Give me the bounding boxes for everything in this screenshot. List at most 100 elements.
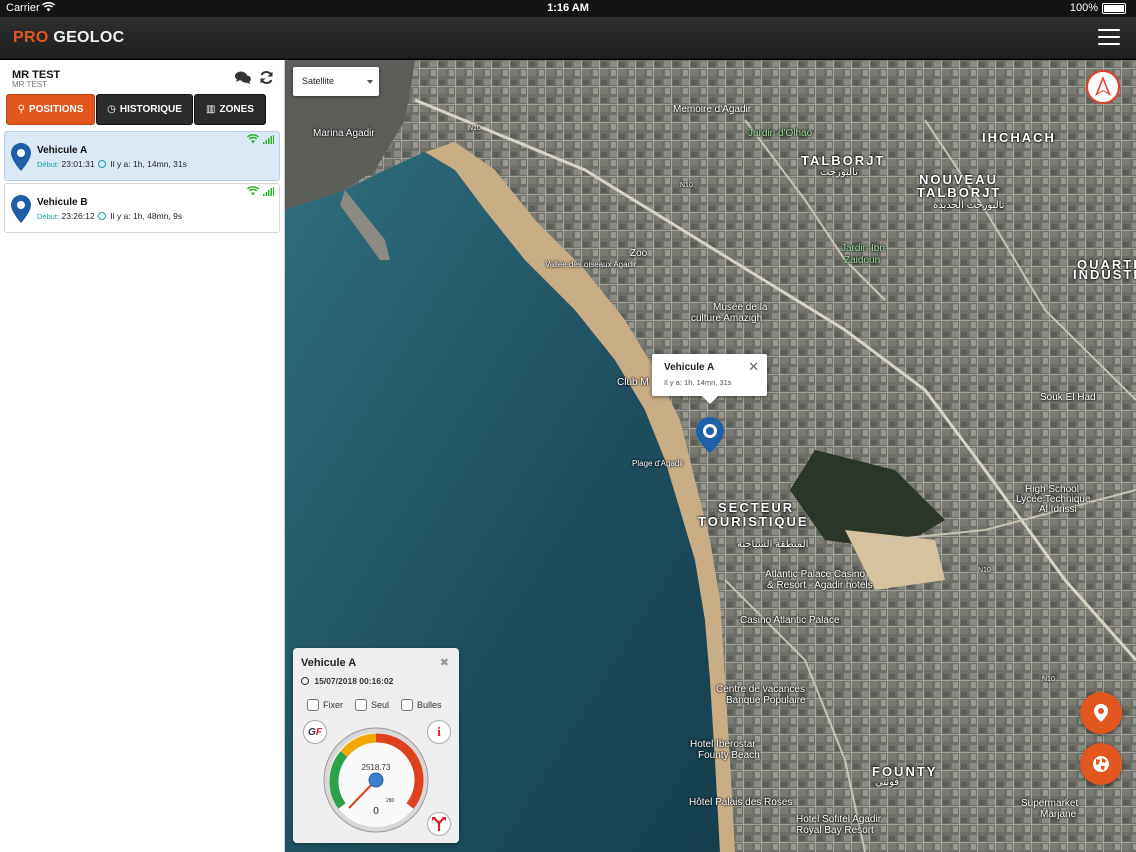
signal-bars-icon <box>263 187 274 196</box>
compass-icon[interactable] <box>1086 70 1120 104</box>
chat-icon[interactable] <box>235 71 251 85</box>
clock-time: 1:16 AM <box>547 2 589 14</box>
battery-icon <box>1102 3 1126 14</box>
map-label: TOURISTIQUE <box>698 514 809 529</box>
map-view[interactable]: Marina Agadir Memoire d'Agadir Jardin d'… <box>285 60 1136 852</box>
map-label: TALBORJT <box>917 185 1002 200</box>
panel-title: Vehicule A <box>301 657 357 669</box>
vehicle-popup: Vehicule A Il y a: 1h, 14mn, 31s ✕ <box>652 354 767 404</box>
map-label: Banque Populaire <box>726 695 806 706</box>
panel-close-button[interactable]: ✖ <box>440 656 449 669</box>
hamburger-menu-icon[interactable] <box>1098 29 1120 47</box>
location-pin-icon <box>11 143 31 171</box>
info-button[interactable]: i <box>427 720 451 744</box>
map-label: المنطقة السياحية <box>737 539 809 550</box>
checkbox-box[interactable] <box>401 699 413 711</box>
wifi-signal-icon <box>247 186 259 196</box>
clock-icon <box>97 212 106 220</box>
datetime-value: 15/07/2018 00:16:02 <box>314 676 394 686</box>
popup-title: Vehicule A <box>664 362 715 373</box>
map-label: تالبورجت الجديدة <box>933 200 1005 211</box>
gauge-value: 2518.73 <box>361 763 391 772</box>
map-label: Plage d'Agadir <box>632 459 684 468</box>
fixer-checkbox[interactable]: Fixer <box>307 699 343 711</box>
popup-elapsed: Il y a: 1h, 14mn, 31s <box>664 378 732 387</box>
map-label: Club M <box>617 377 649 388</box>
battery-percent: 100% <box>1069 2 1098 14</box>
vehicle-marker-icon[interactable] <box>696 417 724 453</box>
tab-zones[interactable]: ▥ ZONES <box>194 94 266 125</box>
checkbox-box[interactable] <box>307 699 319 711</box>
debut-label: Début: <box>37 160 60 169</box>
map-label: Casino Atlantic Palace <box>740 615 840 626</box>
directions-icon <box>432 817 446 831</box>
locate-vehicle-button[interactable] <box>1080 692 1122 734</box>
map-label: Hôtel Palais des Roses <box>689 797 793 808</box>
ios-status-bar: Carrier 1:16 AM 100% <box>0 0 1136 17</box>
vehicle-timing: Début: 23:26:12 Il y a: 1h, 48mn, 9s <box>37 211 182 221</box>
vehicle-info-panel: Vehicule A ✖ 15/07/2018 00:16:02 Fixer S… <box>293 648 459 843</box>
map-label: Centre de vacances <box>716 684 805 695</box>
seul-checkbox[interactable]: Seul <box>355 699 389 711</box>
panel-datetime: 15/07/2018 00:16:02 <box>301 676 393 686</box>
map-label: IHCHACH <box>982 130 1056 145</box>
vehicle-list-item[interactable]: Vehicule A Début: 23:01:31 Il y a: 1h, 1… <box>4 131 280 181</box>
start-time: 23:26:12 <box>61 211 95 221</box>
debut-label: Début: <box>37 212 60 221</box>
map-label: Marina Agadir <box>313 128 375 139</box>
speedometer-gauge: 2518.73 280 0 <box>322 726 430 834</box>
map-label: Vallée des oiseaux Agadir <box>545 260 637 269</box>
vehicle-name: Vehicule B <box>37 197 88 208</box>
map-label: فونتي <box>875 777 900 788</box>
clock-icon <box>301 677 309 685</box>
map-label: SECTEUR <box>718 500 795 515</box>
road-shield: N10 <box>978 567 991 574</box>
app-header: PRO GEOLOC <box>0 17 1136 59</box>
gauge-dial <box>323 727 429 833</box>
map-label: INDUSTRI <box>1073 267 1136 282</box>
route-icon[interactable] <box>427 812 451 836</box>
map-label: Zoo <box>630 248 648 259</box>
map-label: تالبورجت <box>820 167 858 178</box>
tab-zones-label: ZONES <box>219 104 254 115</box>
map-type-select[interactable]: Satellite <box>293 67 379 96</box>
location-pin-icon <box>1094 704 1108 722</box>
app-logo: PRO GEOLOC <box>13 29 124 47</box>
vehicle-timing: Début: 23:01:31 Il y a: 1h, 14mn, 31s <box>37 159 187 169</box>
map-label: Supermarket <box>1021 798 1079 809</box>
map-label: Souk El Had <box>1040 392 1096 403</box>
map-label: Zaidoun <box>844 255 881 266</box>
tab-historique[interactable]: ◷ HISTORIQUE <box>96 94 193 125</box>
map-label: Memoire d'Agadir <box>673 104 752 115</box>
map-label: Royal Bay Resort <box>796 825 874 836</box>
vehicle-list-item[interactable]: Vehicule B Début: 23:26:12 Il y a: 1h, 4… <box>4 183 280 233</box>
bulles-label: Bulles <box>417 700 442 710</box>
start-time: 23:01:31 <box>61 159 95 169</box>
map-label: Atlantic Palace Casino <box>765 569 866 580</box>
map-type-value: Satellite <box>302 76 335 86</box>
navigation-arrow-icon <box>1095 76 1111 96</box>
user-subtitle: MR TEST <box>12 80 47 89</box>
map-label: Musée de la <box>713 302 768 313</box>
seul-label: Seul <box>371 700 390 710</box>
map-label: Marjane <box>1040 809 1077 820</box>
fixer-label: Fixer <box>323 700 343 710</box>
globe-icon <box>1093 756 1109 772</box>
checkbox-box[interactable] <box>355 699 367 711</box>
popup-close-button[interactable]: ✕ <box>748 359 759 375</box>
map-icon: ▥ <box>206 104 216 115</box>
refresh-icon[interactable] <box>259 70 274 85</box>
road-shield: N10 <box>1042 676 1055 683</box>
map-label: Founty Beach <box>698 750 760 761</box>
bulles-checkbox[interactable]: Bulles <box>401 699 442 711</box>
tab-positions[interactable]: ⚲ POSITIONS <box>6 94 95 125</box>
map-label: Jardin d'Olhao <box>748 128 813 139</box>
gauge-max-tick: 280 <box>386 798 395 804</box>
globe-button[interactable] <box>1080 743 1122 785</box>
chevron-down-icon <box>367 80 373 84</box>
map-label: Jardin Ibn <box>841 243 885 254</box>
map-label: TALBORJT <box>801 153 886 168</box>
signal-bars-icon <box>263 135 274 144</box>
gauge-speed: 0 <box>373 806 379 817</box>
logo-pro: PRO <box>13 29 49 46</box>
